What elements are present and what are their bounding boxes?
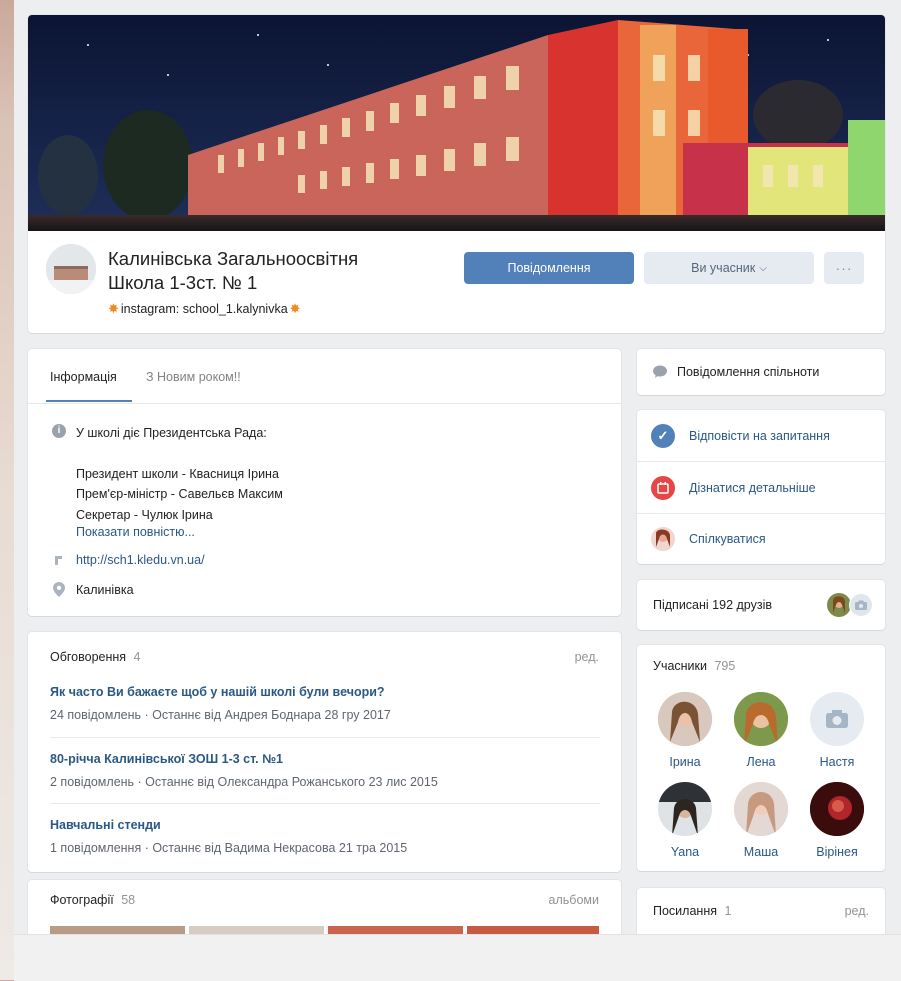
links-card: Посилання 1 ред. [637, 888, 885, 940]
photos-title[interactable]: Фотографії [50, 893, 114, 907]
link-icon [52, 553, 66, 567]
show-full-link[interactable]: Показати повністю... [76, 522, 596, 543]
links-header[interactable]: Посилання 1 [653, 904, 731, 918]
photos-header: Фотографії 58 [50, 893, 135, 907]
discussions-header: Обговорення 4 [50, 650, 141, 664]
action-chat[interactable]: Спілкуватися [637, 514, 885, 564]
sparkle-icon: ✸ [108, 301, 119, 316]
friend-avatar [827, 593, 851, 617]
photos-card: Фотографії 58 альбоми [28, 880, 621, 940]
member-avatar [658, 692, 712, 746]
members-title: Учасники [653, 659, 707, 673]
member-item[interactable]: Лена [733, 692, 789, 769]
community-messages-label: Повідомлення спільноти [677, 365, 820, 379]
albums-link[interactable]: альбоми [549, 893, 599, 907]
sparkle-icon: ✸ [289, 301, 301, 316]
website-link[interactable]: http://sch1.kledu.vn.ua/ [76, 553, 205, 567]
message-button-label: Повідомлення [507, 261, 591, 275]
member-item[interactable]: Ірина [657, 692, 713, 769]
group-name: Калинівська Загальноосвітня Школа 1-3ст.… [108, 247, 448, 295]
links-title: Посилання [653, 904, 717, 918]
discussions-count: 4 [133, 650, 141, 664]
bottom-overlay [14, 934, 901, 981]
cover-image [28, 15, 885, 231]
member-name: Ірина [669, 755, 701, 769]
discussion-meta: 1 повідомлення · Останнє від Вадима Некр… [50, 841, 408, 855]
group-name-line2: Школа 1-3ст. № 1 [108, 272, 258, 293]
info-tabs: Інформація З Новим роком!! [28, 349, 621, 404]
members-card: Учасники 795 Ірина Лена Настя Yana Маша … [637, 645, 885, 871]
camera-placeholder-icon [810, 692, 864, 746]
discussion-title[interactable]: Як часто Ви бажаєте щоб у нашій школі бу… [50, 685, 600, 699]
member-avatar [658, 782, 712, 836]
discussion-item[interactable]: Навчальні стенди 1 повідомлення · Останн… [50, 818, 600, 858]
chat-bubble-icon [653, 365, 667, 378]
calendar-icon [651, 476, 675, 500]
links-edit-link[interactable]: ред. [845, 904, 869, 918]
user-avatar-icon [651, 527, 675, 551]
member-name: Вірінея [816, 845, 858, 859]
member-name: Yana [670, 845, 700, 859]
discussions-title[interactable]: Обговорення [50, 650, 126, 664]
friends-label: Підписані 192 друзів [653, 598, 772, 612]
chevron-down-icon: ⌵ [759, 262, 767, 274]
action-label: Дізнатися детальніше [689, 481, 816, 495]
discussion-meta: 24 повідомлень · Останнє від Андрея Бодн… [50, 708, 391, 722]
info-card: Інформація З Новим роком!! i У школі діє… [28, 349, 621, 616]
tab-info-underline [46, 400, 132, 402]
member-avatar [734, 782, 788, 836]
links-count: 1 [724, 904, 732, 918]
member-avatar [810, 782, 864, 836]
message-button[interactable]: Повідомлення [464, 252, 634, 284]
discussions-edit-link[interactable]: ред. [575, 650, 599, 664]
friends-card[interactable]: Підписані 192 друзів [637, 580, 885, 630]
member-item[interactable]: Маша [733, 782, 789, 859]
more-icon: ··· [835, 260, 853, 276]
group-name-line1: Калинівська Загальноосвітня [108, 248, 359, 269]
tab-new-year[interactable]: З Новим роком!! [146, 370, 241, 384]
member-item[interactable]: Настя [809, 692, 865, 769]
description: У школі діє Президентська Рада: Президен… [76, 423, 596, 543]
member-avatar [734, 692, 788, 746]
group-avatar[interactable] [46, 244, 96, 294]
discussions-card: Обговорення 4 ред. Як часто Ви бажаєте щ… [28, 632, 621, 872]
member-dropdown-button[interactable]: Ви учасник ⌵ [644, 252, 814, 284]
location-text: Калинівка [76, 583, 134, 597]
description-title: У школі діє Президентська Рада: [76, 426, 267, 440]
camera-icon [849, 593, 873, 617]
info-icon: i [52, 424, 66, 438]
actions-card: ✓ Відповісти на запитання Дізнатися дета… [637, 410, 885, 564]
discussion-title[interactable]: 80-річча Калинівської ЗОШ 1-3 ст. №1 [50, 752, 600, 766]
member-button-label: Ви учасник [691, 261, 756, 275]
discussion-title[interactable]: Навчальні стенди [50, 818, 600, 832]
vk-community-page: Калинівська Загальноосвітня Школа 1-3ст.… [14, 0, 901, 981]
status-text: instagram: school_1.kalynivka [120, 302, 288, 316]
discussion-meta: 2 повідомлень · Останнє від Олександра Р… [50, 775, 438, 789]
description-line: Прем'єр-міністр - Савельєв Максим [76, 487, 283, 501]
question-icon: ✓ [651, 424, 675, 448]
member-name: Настя [819, 755, 855, 769]
discussion-item[interactable]: 80-річча Калинівської ЗОШ 1-3 ст. №1 2 п… [50, 752, 600, 804]
action-label: Відповісти на запитання [689, 429, 830, 443]
action-answer-questions[interactable]: ✓ Відповісти на запитання [637, 410, 885, 462]
members-count: 795 [714, 659, 736, 673]
member-name: Лена [746, 755, 776, 769]
description-line: Президент школи - Квасниця Ірина [76, 466, 279, 481]
more-button[interactable]: ··· [824, 252, 864, 284]
action-learn-more[interactable]: Дізнатися детальніше [637, 462, 885, 514]
discussion-item[interactable]: Як часто Ви бажаєте щоб у нашій школі бу… [50, 685, 600, 738]
header-card: Калинівська Загальноосвітня Школа 1-3ст.… [28, 15, 885, 333]
action-label: Спілкуватися [689, 532, 766, 546]
member-item[interactable]: Вірінея [809, 782, 865, 859]
tab-info[interactable]: Інформація [50, 370, 117, 384]
photos-count: 58 [121, 893, 136, 907]
community-messages-card[interactable]: Повідомлення спільноти [637, 349, 885, 395]
location-pin-icon [53, 582, 65, 597]
members-header[interactable]: Учасники 795 [653, 659, 735, 673]
member-name: Маша [743, 845, 779, 859]
member-item[interactable]: Yana [657, 782, 713, 859]
group-status: ✸ instagram: school_1.kalynivka ✸ [108, 301, 301, 317]
